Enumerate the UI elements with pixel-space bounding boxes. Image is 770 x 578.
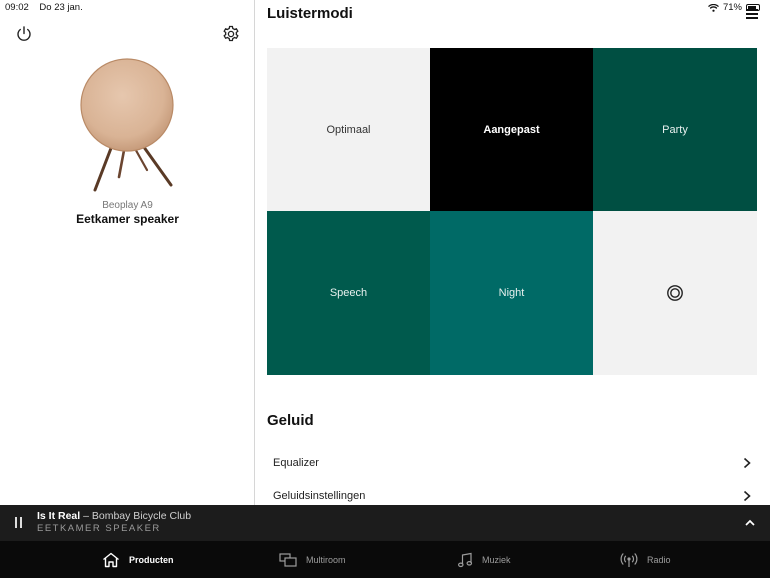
tab-producten[interactable]: Producten — [102, 541, 174, 578]
equalizer-row[interactable]: Equalizer — [267, 447, 757, 479]
mode-label: Party — [662, 123, 688, 136]
tab-muziek[interactable]: Muziek — [457, 541, 511, 578]
product-panel: Beoplay A9 Eetkamer speaker — [0, 0, 255, 505]
radio-icon — [620, 552, 638, 567]
chevron-up-icon[interactable] — [744, 517, 756, 529]
mode-tile-night[interactable]: Night — [430, 211, 593, 375]
product-model: Beoplay A9 — [102, 200, 153, 211]
speaker-image — [80, 58, 174, 192]
now-playing-speaker: EETKAMER SPEAKER — [37, 523, 161, 534]
track-artist: Bombay Bicycle Club — [91, 510, 192, 522]
home-icon — [103, 552, 119, 567]
chevron-right-icon — [743, 457, 751, 469]
track-separator: – — [80, 510, 92, 522]
sound-section-title: Geluid — [267, 412, 314, 429]
mode-tile-aangepast[interactable]: Aangepast — [430, 48, 593, 211]
gear-icon[interactable] — [221, 24, 241, 44]
bottom-tab-bar: Producten Multiroom Muziek Radio — [0, 541, 770, 578]
menu-icon[interactable] — [746, 9, 758, 19]
tab-label: Producten — [129, 554, 174, 565]
mode-label: Night — [498, 287, 525, 299]
tab-label: Muziek — [482, 554, 511, 565]
mode-label: Optimaal — [326, 123, 371, 136]
tab-multiroom[interactable]: Multiroom — [279, 541, 346, 578]
now-playing-bar[interactable]: Is It Real – Bombay Bicycle Club EETKAME… — [0, 505, 770, 541]
product-name: Eetkamer speaker — [76, 212, 179, 226]
mode-label: Speech — [329, 287, 368, 299]
pause-icon[interactable] — [15, 517, 23, 529]
track-title: Is It Real — [37, 510, 81, 522]
power-icon[interactable] — [14, 24, 34, 44]
mode-tile-more[interactable] — [593, 211, 757, 375]
sound-settings-label: Geluidsinstellingen — [273, 490, 366, 502]
music-note-icon — [457, 552, 473, 567]
settings-panel: Luistermodi Optimaal Aangepast Party Spe… — [256, 0, 770, 505]
tab-label: Radio — [647, 554, 671, 565]
listening-modes-title: Luistermodi — [267, 5, 353, 22]
chevron-right-icon — [743, 490, 751, 502]
mode-tile-speech[interactable]: Speech — [267, 211, 430, 375]
tab-radio[interactable]: Radio — [620, 541, 671, 578]
mode-label: Aangepast — [483, 123, 540, 136]
mode-tile-party[interactable]: Party — [593, 48, 757, 211]
equalizer-label: Equalizer — [273, 457, 319, 469]
target-circle-icon — [667, 285, 683, 301]
mode-tile-optimaal[interactable]: Optimaal — [267, 48, 430, 211]
listening-mode-grid: Optimaal Aangepast Party Speech Night — [267, 48, 757, 375]
multiroom-icon — [279, 552, 297, 567]
track-info: Is It Real – Bombay Bicycle Club — [37, 510, 191, 522]
tab-label: Multiroom — [306, 554, 346, 565]
